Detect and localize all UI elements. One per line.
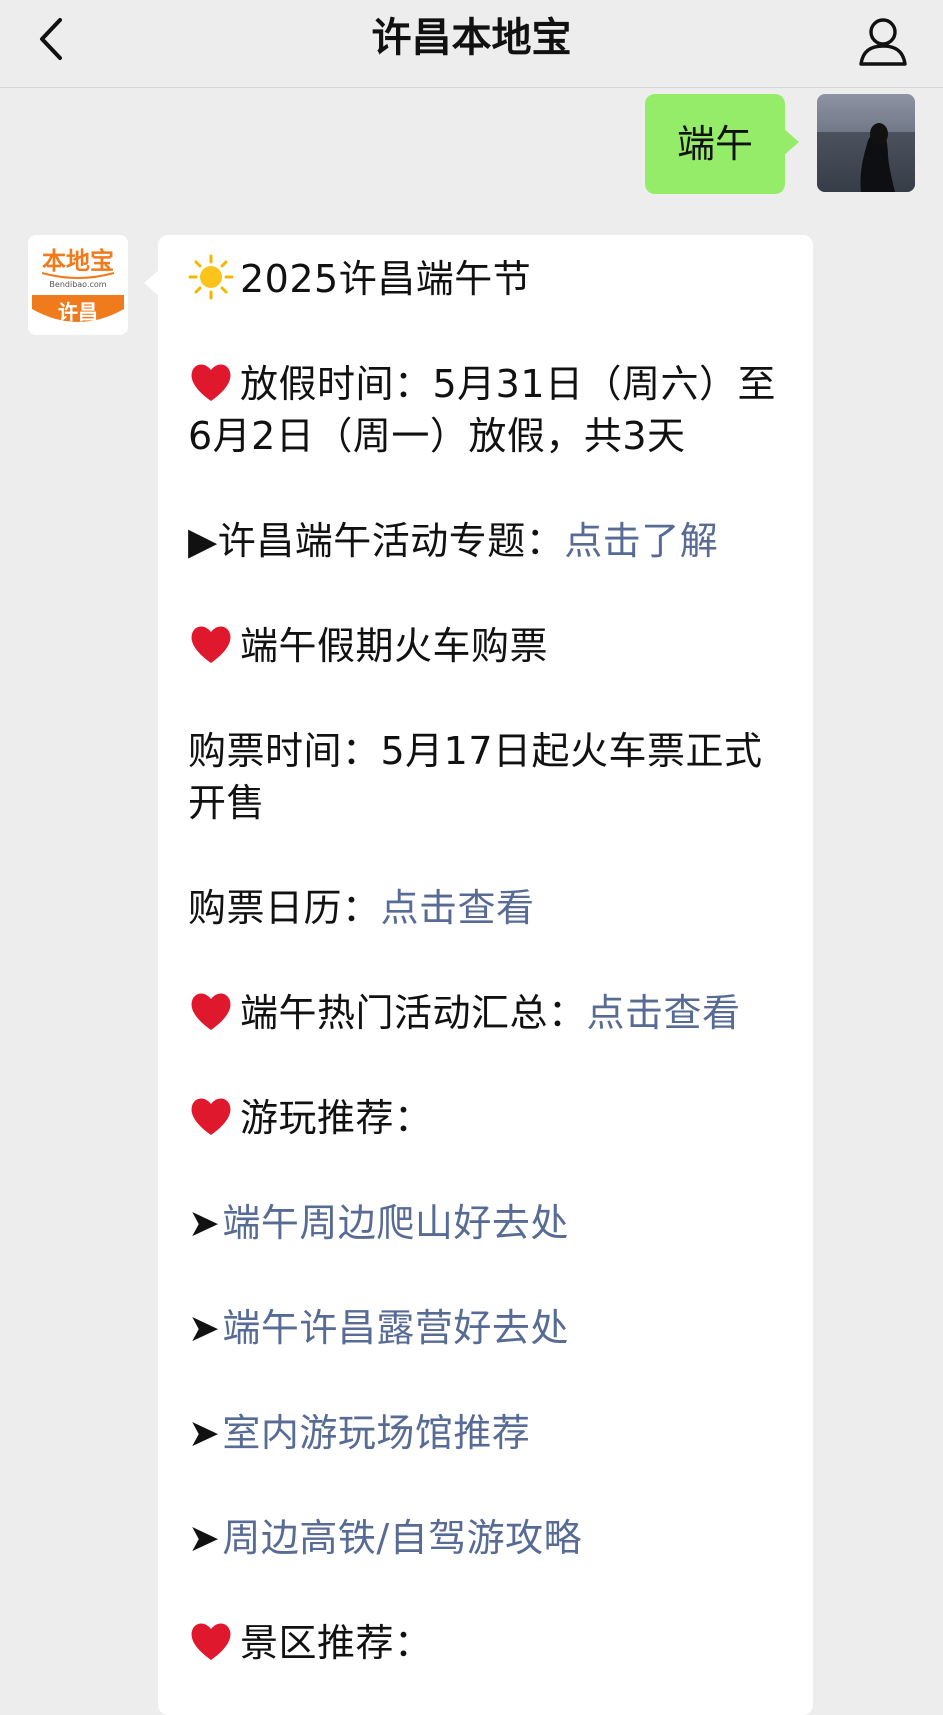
sun-icon [188,254,234,300]
user-avatar[interactable] [817,94,915,192]
bendibao-logo: 本地宝 Bendibao.com 许昌 [28,235,128,335]
heart-icon [191,1623,231,1660]
message-line-rec3: ➤室内游玩场馆推荐 [188,1407,783,1459]
message-line-holiday: 放假时间：5月31日（周六）至6月2日（周一）放假，共3天 [188,358,783,462]
message-line-title: 2025许昌端午节 [188,253,783,305]
outgoing-message-bubble[interactable]: 端午 [644,94,800,194]
topic-link[interactable]: 点击了解 [564,519,718,563]
hot-link[interactable]: 点击查看 [587,991,741,1035]
outgoing-message-text: 端午 [676,122,753,166]
rec1-link[interactable]: 端午周边爬山好去处 [222,1201,569,1245]
user-photo-avatar [817,94,915,192]
message-line-topic: ▶许昌端午活动专题：点击了解 [188,515,783,567]
heart-icon [191,364,231,401]
rec3-link[interactable]: 室内游玩场馆推荐 [222,1411,530,1455]
message-line-scenic: 景区推荐： [188,1617,783,1669]
page-title: 许昌本地宝 [371,15,572,61]
scenic-text: 景区推荐： [240,1621,433,1665]
arrow-right-icon: ➤ [188,1411,221,1455]
message-line-rec1: ➤端午周边爬山好去处 [188,1197,783,1249]
ticket-time-text: 购票时间：5月17日起火车票正式开售 [188,729,763,825]
arrow-right-icon: ➤ [188,1516,221,1560]
calendar-link[interactable]: 点击查看 [381,886,535,930]
official-account-avatar[interactable]: 本地宝 Bendibao.com 许昌 [28,235,128,335]
topic-prefix-text: ▶许昌端午活动专题： [188,519,565,563]
arrow-right-icon: ➤ [188,1201,221,1245]
message-line-train: 端午假期火车购票 [188,620,783,672]
message-line-hot: 端午热门活动汇总：点击查看 [188,987,783,1039]
heart-icon [191,626,231,663]
message-line-rec2: ➤端午许昌露营好去处 [188,1302,783,1354]
message-line-play: 游玩推荐： [188,1092,783,1144]
arrow-right-icon: ➤ [188,1306,221,1350]
logo-sub-text: Bendibao.com [49,280,106,289]
message-line-ticket-time: 购票时间：5月17日起火车票正式开售 [188,725,783,829]
message-line-calendar: 购票日历：点击查看 [188,882,783,934]
navigation-bar: 许昌本地宝 [0,0,943,88]
rec2-link[interactable]: 端午许昌露营好去处 [222,1306,569,1350]
play-text: 游玩推荐： [240,1096,433,1140]
incoming-message-bubble: 2025许昌端午节 放假时间：5月31日（周六）至6月2日（周一）放假，共3天 … [144,235,813,1715]
hot-prefix-text: 端午热门活动汇总： [240,991,587,1035]
title-text: 2025许昌端午节 [240,257,532,301]
heart-icon [191,993,231,1030]
rec4-link[interactable]: 周边高铁/自驾游攻略 [222,1516,582,1560]
holiday-text: 放假时间：5月31日（周六）至6月2日（周一）放假，共3天 [188,362,777,458]
train-text: 端午假期火车购票 [240,624,549,668]
heart-icon [191,1098,231,1135]
logo-city-text: 许昌 [58,300,98,324]
message-line-rec4: ➤周边高铁/自驾游攻略 [188,1512,783,1564]
calendar-prefix-text: 购票日历： [188,886,381,930]
logo-text: 本地宝 [42,247,114,275]
person-icon[interactable] [853,10,913,70]
